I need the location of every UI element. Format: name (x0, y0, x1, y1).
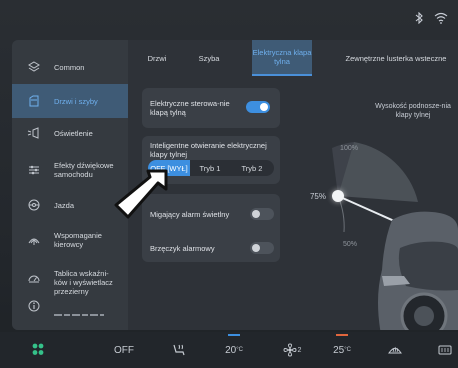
temp-left-value: 20 (225, 344, 237, 356)
sidebar-item-driver-assist[interactable]: Wspomaganie kierowcy (12, 226, 128, 254)
tab-label: Szyba (198, 53, 220, 63)
rear-defrost-button[interactable] (432, 332, 458, 368)
seat-heat-icon (173, 344, 185, 356)
temp-left-control[interactable]: 20 °C (214, 332, 254, 368)
sidebar-item-doors-windows[interactable]: Drzwi i szyby (12, 84, 128, 118)
tab-doors[interactable]: Drzwi (142, 40, 172, 76)
app-grid-button[interactable] (24, 332, 56, 368)
tailgate-diagram (332, 142, 458, 330)
tailgate-current-value: 75% (309, 192, 326, 201)
fan-speed-control[interactable]: 2 (272, 332, 312, 368)
layers-icon (26, 59, 42, 75)
tab-bar: Drzwi Szyba Elektryczna klapa tylna Zewn… (128, 40, 458, 76)
status-bar (0, 0, 458, 38)
fan-level-value: 2 (297, 346, 302, 354)
bluetooth-icon (412, 11, 426, 26)
sidebar-item-label: Common (54, 62, 85, 72)
driver-assist-icon (26, 232, 42, 248)
light-icon (26, 125, 42, 141)
settings-panel: Common Drzwi i szyby Oświetlenie Efekty … (12, 40, 458, 330)
dashboard-icon (26, 270, 42, 286)
tab-electric-tailgate[interactable]: Elektryczna klapa tylna (252, 40, 312, 76)
sidebar-item-lighting[interactable]: Oświetlenie (12, 122, 128, 144)
tailgate-min-label: 50% (342, 241, 357, 248)
tab-window[interactable]: Szyba (192, 40, 226, 76)
equalizer-icon (26, 162, 42, 178)
door-icon (26, 93, 42, 109)
sidebar-item-label: Jazda (54, 200, 75, 210)
temp-left-unit: °C (236, 347, 243, 353)
tab-label: Elektryczna klapa tylna (252, 48, 312, 66)
sidebar-item-instrument-cluster[interactable]: Tablica wskaźni-ków i wyświetlacz przezi… (12, 262, 128, 302)
tailgate-visualization: Wysokość podnosze-nia klapy tylnej 75% 1… (232, 80, 458, 330)
sidebar-item-label: Drzwi i szyby (54, 96, 98, 106)
wifi-icon (434, 12, 448, 26)
front-defrost-button[interactable] (380, 332, 410, 368)
climate-bar: OFF 20 °C 2 25 °C (0, 332, 458, 368)
tailgate-handle[interactable] (332, 190, 344, 202)
sidebar-item-label: Wspomaganie kierowcy (54, 231, 102, 249)
sidebar-item-common[interactable]: Common (12, 56, 128, 78)
defrost-rear-icon (438, 345, 452, 355)
infotainment-screen: Common Drzwi i szyby Oświetlenie Efekty … (0, 0, 458, 368)
temp-right-control[interactable]: 25 °C (322, 332, 362, 368)
sidebar-item-label: Tablica wskaźni-ków i wyświetlacz przezi… (54, 268, 113, 296)
steering-wheel-icon (26, 197, 42, 213)
ac-off-button[interactable]: OFF (106, 332, 142, 368)
sidebar-item-label: Oświetlenie (54, 128, 93, 138)
app-grid-icon (32, 343, 44, 355)
temp-right-unit: °C (344, 347, 351, 353)
defrost-front-icon (388, 346, 402, 354)
info-icon (26, 298, 42, 314)
tailgate-max-label: 100% (340, 145, 358, 152)
tab-exterior-mirrors[interactable]: Zewnętrzne lusterka wsteczne (334, 40, 458, 76)
tab-label: Zewnętrzne lusterka wsteczne (345, 53, 447, 63)
brand-logo (54, 304, 110, 316)
temp-left-indicator (228, 334, 240, 336)
temp-right-indicator (336, 334, 348, 336)
pointer-arrow-icon (114, 169, 168, 219)
electric-control-label: Elektryczne sterowa-nie klapą tylną (150, 99, 230, 117)
temp-right-value: 25 (333, 344, 345, 356)
tab-label: Drzwi (147, 53, 167, 63)
fan-icon (283, 343, 296, 357)
seat-heat-button[interactable] (164, 332, 194, 368)
ac-label: OFF (114, 344, 134, 356)
sidebar-item-info[interactable] (12, 298, 128, 316)
option-mode-1[interactable]: Tryb 1 (190, 160, 230, 176)
option-label: Tryb 1 (199, 163, 221, 173)
